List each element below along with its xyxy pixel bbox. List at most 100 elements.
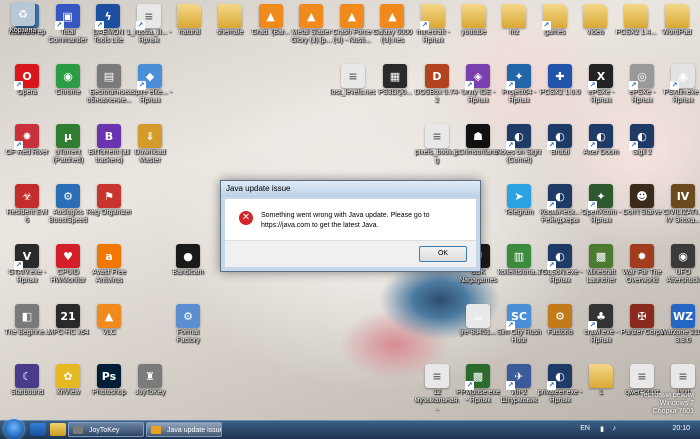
desktop-icon[interactable]: ➤ Telegram xyxy=(496,182,542,240)
desktop-icon-label: Chrome xyxy=(55,89,81,96)
desktop-icon[interactable]: ☗ Crimsonland xyxy=(455,122,501,180)
desktop-icon[interactable]: ▲ Crash Force (U) - Nusti... xyxy=(329,2,375,60)
desktop-icon-label: PSXfin.exe - Ярлык xyxy=(663,89,700,104)
desktop-icon[interactable]: ☻ Don't Starve xyxy=(619,182,665,240)
desktop-icon[interactable]: ≡ lost_levels.nes xyxy=(330,62,376,120)
desktop-icon-image: ≡ xyxy=(425,364,449,388)
desktop-icon-image: ⚙ xyxy=(56,184,80,208)
desktop-icon[interactable]: ✸OF Red River xyxy=(4,122,50,180)
desktop-icon[interactable]: ϟDAEMON Tools Lite xyxy=(85,2,131,60)
language-indicator[interactable]: EN xyxy=(580,425,590,432)
desktop-icon[interactable]: SCSim City Rush Hour xyxy=(496,302,542,360)
taskbar-task[interactable]: JoyToKey xyxy=(68,422,144,437)
desktop-icon[interactable]: natural xyxy=(166,2,212,60)
desktop-icon-label: Starbound xyxy=(10,389,44,396)
desktop-icon[interactable]: ● Bandicam xyxy=(165,242,211,300)
desktop-icon[interactable]: ≡ pixels_book.jpg xyxy=(414,122,460,180)
desktop-icon[interactable]: minecraft - Ярлык xyxy=(410,2,456,60)
desktop-icon[interactable]: ≡ 12 музыкальная... xyxy=(414,362,460,420)
desktop-icon[interactable]: Ps Photoshop xyxy=(86,362,132,420)
desktop-icon[interactable]: B BitTorrent (all trackers) xyxy=(86,122,132,180)
taskbar-task[interactable]: Java update issue xyxy=(146,422,222,437)
desktop-icon[interactable]: ◎ePSXe - Ярлык xyxy=(619,62,665,120)
desktop-icon[interactable]: ⚙ Auslogics BoostSpeed xyxy=(45,182,91,240)
dialog-titlebar[interactable]: Java update issue xyxy=(221,181,480,197)
desktop-icon[interactable]: ⚙ Factorio xyxy=(537,302,583,360)
desktop-icon[interactable]: ◐privateer.exe - Ярлык xyxy=(537,362,583,420)
desktop-icon-image: ◐ xyxy=(547,244,572,270)
desktop-icon[interactable]: ◐After Doom xyxy=(578,122,624,180)
ie-icon[interactable] xyxy=(30,423,46,436)
desktop-icon[interactable]: ▤ Бесплатное обновление... xyxy=(86,62,132,120)
desktop-icon[interactable]: ◉ UFO Aftershock xyxy=(660,242,700,300)
desktop-icon[interactable]: ▣Total Commander xyxy=(45,2,91,60)
start-button[interactable] xyxy=(4,419,24,439)
desktop-icon[interactable]: ▲ Grad. (Bar... xyxy=(248,2,294,60)
desktop-icon[interactable]: ▲ Galaxy 5000 (U).nes xyxy=(369,2,415,60)
desktop-icon[interactable]: ▲ VLC xyxy=(86,302,132,360)
desktop-icon[interactable]: ✦OpenXcom - Ярлык xyxy=(578,182,624,240)
desktop-icon[interactable]: XePSXe - Ярлык xyxy=(578,62,624,120)
desktop-icon[interactable]: ◐Brutal xyxy=(537,122,583,180)
desktop-icon[interactable]: ♥ CPUID HWMonitor xyxy=(45,242,91,300)
desktop-icon[interactable]: VGTAIV.exe - Ярлык xyxy=(4,242,50,300)
desktop-icon[interactable]: ☾ Starbound xyxy=(4,362,50,420)
desktop-icon[interactable]: ✈Ил-2 Штурмовик xyxy=(496,362,542,420)
desktop-icon-image: ▲ xyxy=(258,4,283,28)
desktop-icon[interactable]: ✦Project64 - Ярлык xyxy=(496,62,542,120)
desktop-icon[interactable]: ✹ War For The Overworld xyxy=(619,242,665,300)
desktop-icon[interactable]: ◉PSXfin.exe - Ярлык xyxy=(660,62,700,120)
desktop-icon[interactable]: ♜ JoyToKey xyxy=(127,362,173,420)
desktop-icon[interactable]: WZWarzone 2100 3.3.0 xyxy=(660,302,700,360)
volume-icon[interactable]: ♪ xyxy=(613,425,617,432)
desktop-icon[interactable]: D DOSBox 0.74-2 xyxy=(414,62,460,120)
desktop-icon[interactable]: WordPad xyxy=(654,2,700,60)
desktop-icon[interactable]: shemale xyxy=(207,2,253,60)
desktop-icon[interactable]: ▥ kollektsiona... xyxy=(496,242,542,300)
desktop-icon[interactable]: ☕ jre-8u451... xyxy=(455,302,501,360)
desktop-icon-image: ▲ xyxy=(97,304,121,328)
desktop-icon[interactable]: ◧ The Beginne... xyxy=(4,302,50,360)
desktop-icon[interactable]: 1 xyxy=(578,362,624,420)
desktop-icon[interactable]: ♻ Корзина xyxy=(0,0,46,58)
desktop-icon[interactable]: games xyxy=(532,2,578,60)
desktop-icon[interactable]: ◉ Chrome xyxy=(45,62,91,120)
desktop-icon[interactable]: ☣ Resident Evil 6 xyxy=(4,182,50,240)
desktop-icon[interactable]: ▩PPMouse.exe - Ярлык xyxy=(455,362,501,420)
desktop-icon[interactable]: mz xyxy=(491,2,537,60)
desktop-icon-label: Grad. (Bar... xyxy=(251,29,290,36)
desktop-icon[interactable]: IV CIVILIZATI... IV Эпоха... xyxy=(660,182,700,240)
desktop-icon-label: CIVILIZATI... IV Эпоха... xyxy=(663,209,700,224)
desktop-icon-image: ◉ xyxy=(56,64,80,88)
clock[interactable]: 20:10 xyxy=(672,425,690,432)
desktop-icon[interactable]: youtube xyxy=(451,2,497,60)
desktop-icon[interactable]: ▲ Metal Slader Glory (J) [p... xyxy=(288,2,334,60)
desktop-icon[interactable]: ◆aspire elite... - Ярлык xyxy=(127,62,173,120)
desktop-icon[interactable]: ✠ Panzer Corps xyxy=(619,302,665,360)
desktop-icon[interactable]: ◐TGLSoN.exe - Ярлык xyxy=(537,242,583,300)
desktop-icon[interactable]: ▩ Minecraft Launcher xyxy=(578,242,624,300)
desktop-icon[interactable]: ⇓ Download Master xyxy=(127,122,173,180)
desktop-icon[interactable]: ◐Sigil 2 xyxy=(619,122,665,180)
desktop-icon[interactable]: ≡1_russia_ill... - Ярлык xyxy=(126,2,172,60)
desktop-icon[interactable]: ♣crawl.exe - Ярлык xyxy=(578,302,624,360)
desktop-icon[interactable]: µ uTorrent (Patched) xyxy=(45,122,91,180)
desktop-icon[interactable]: ⚑ Reg Organizer xyxy=(86,182,132,240)
desktop-icon[interactable]: ▦ PS3DQ0... xyxy=(372,62,418,120)
desktop-icon[interactable]: ✚ PCSX2 1.6.0 xyxy=(537,62,583,120)
desktop-icon[interactable]: PCSX2 1.4... xyxy=(613,2,659,60)
desktop-icon[interactable]: ✿ XnView xyxy=(45,362,91,420)
desktop-icon[interactable]: 21 MPC-HC x64 xyxy=(45,302,91,360)
desktop-icon-image: ◐ xyxy=(588,124,613,150)
desktop-icon[interactable]: ◈Unity IDE - Ярлык xyxy=(455,62,501,120)
explorer-icon[interactable] xyxy=(50,423,66,436)
desktop-icon[interactable]: a Avast Free Antivirus xyxy=(86,242,132,300)
desktop-icon[interactable]: OOpera xyxy=(4,62,50,120)
network-icon[interactable]: ▮ xyxy=(600,425,604,433)
desktop-icon[interactable]: video xyxy=(572,2,618,60)
desktop-icon[interactable]: ◐Notes on Sight (Comet) xyxy=(496,122,542,180)
desktop-icon-label: After Doom xyxy=(583,149,619,156)
desktop-icon[interactable]: ◐Космическ... Рейнджеры xyxy=(537,182,583,240)
desktop-icon[interactable]: ⚙ Format Factory xyxy=(165,302,211,360)
ok-button[interactable]: OK xyxy=(419,246,467,262)
